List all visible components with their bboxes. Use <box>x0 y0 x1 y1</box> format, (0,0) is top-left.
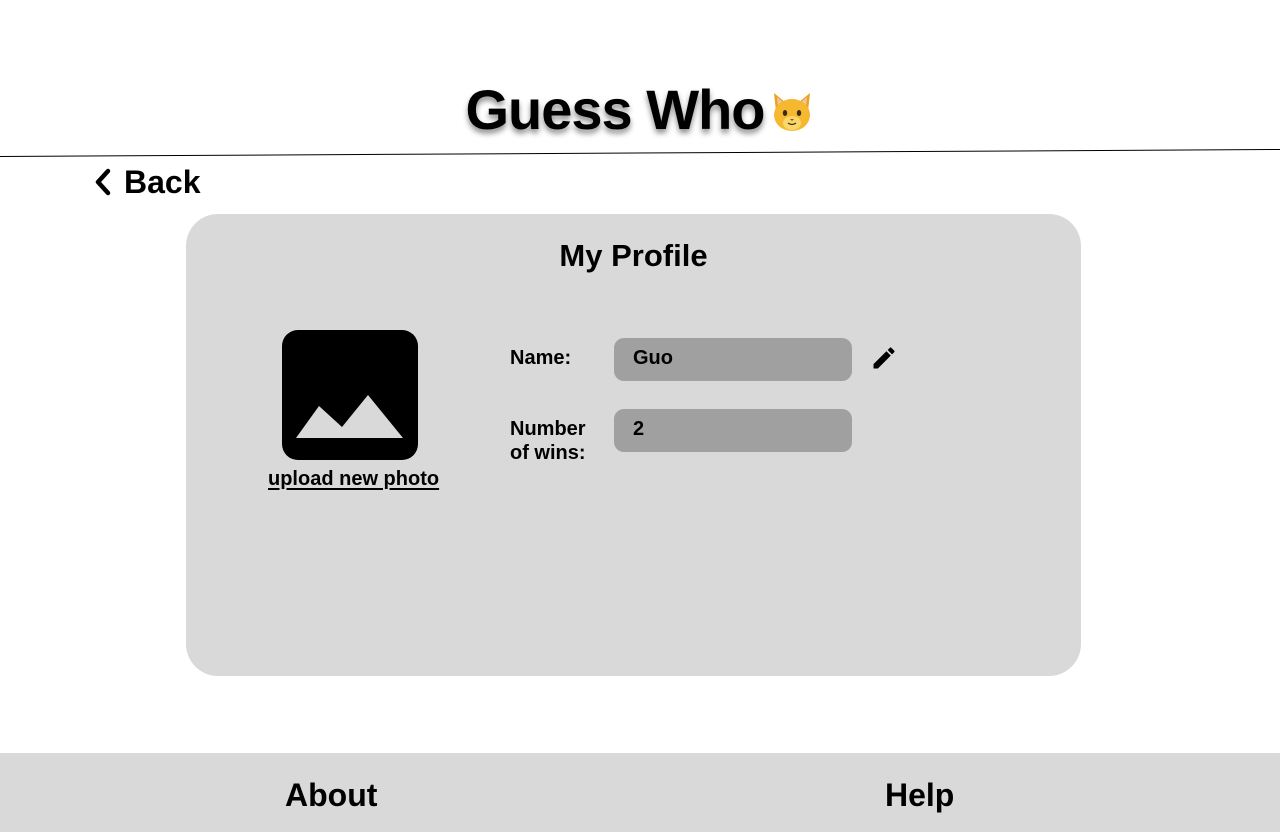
about-link[interactable]: About <box>285 775 377 815</box>
image-placeholder-icon <box>296 395 403 438</box>
footer: About Help <box>0 753 1280 832</box>
name-label: Name: <box>510 347 572 369</box>
profile-page: Guess Who Back My Profile upload new pho… <box>0 0 1280 832</box>
chevron-left-icon <box>95 168 111 196</box>
back-label: Back <box>124 163 201 200</box>
header-divider <box>0 149 1280 157</box>
wins-field: 2 <box>614 409 852 452</box>
back-button[interactable]: Back <box>90 162 201 202</box>
wins-label-line2: of wins: <box>510 442 586 464</box>
help-link[interactable]: Help <box>885 775 954 815</box>
profile-card: My Profile upload new photo Name: Guo Nu… <box>186 214 1081 676</box>
pencil-icon[interactable] <box>870 344 898 372</box>
wins-label: Number of wins: <box>510 417 586 465</box>
profile-photo[interactable] <box>282 330 418 460</box>
name-field[interactable]: Guo <box>614 338 852 381</box>
upload-photo-link[interactable]: upload new photo <box>268 468 439 491</box>
profile-title: My Profile <box>559 238 708 273</box>
wins-label-line1: Number <box>510 418 586 440</box>
